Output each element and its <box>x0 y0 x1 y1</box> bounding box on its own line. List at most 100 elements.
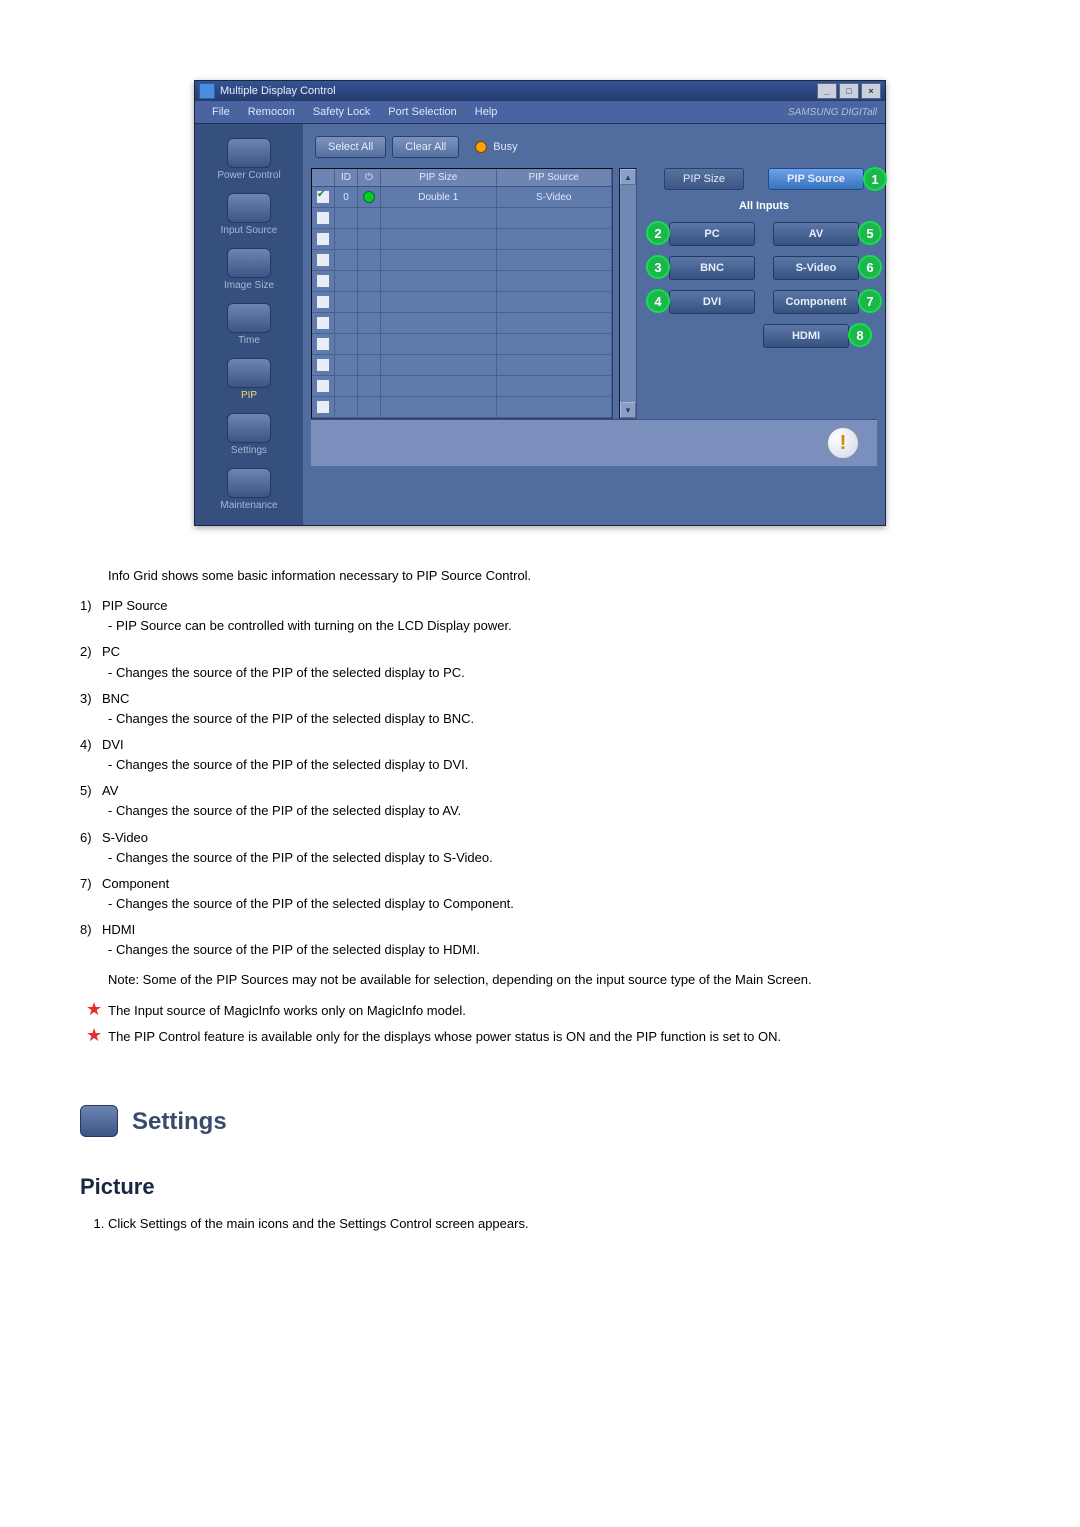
item-title: HDMI <box>102 922 135 937</box>
settings-icon <box>227 413 271 443</box>
row-checkbox[interactable] <box>316 379 330 393</box>
sidebar-item-time[interactable]: Time <box>204 299 294 350</box>
row-checkbox[interactable] <box>316 232 330 246</box>
item-desc: - Changes the source of the PIP of the s… <box>80 940 1000 960</box>
sidebar-item-maintenance[interactable]: Maintenance <box>204 464 294 515</box>
list-item: 8)HDMI- Changes the source of the PIP of… <box>80 920 1000 960</box>
table-row[interactable] <box>312 229 612 250</box>
component-button[interactable]: Component7 <box>773 290 859 314</box>
scroll-up-icon[interactable]: ▲ <box>620 169 636 185</box>
av-button[interactable]: AV5 <box>773 222 859 246</box>
menu-safety-lock[interactable]: Safety Lock <box>304 101 379 123</box>
item-title: Component <box>102 876 169 891</box>
row-checkbox[interactable] <box>316 358 330 372</box>
row-checkbox[interactable] <box>316 316 330 330</box>
settings-heading-icon <box>80 1105 118 1137</box>
menu-help[interactable]: Help <box>466 101 507 123</box>
row-checkbox[interactable] <box>316 400 330 414</box>
table-row[interactable] <box>312 208 612 229</box>
table-row[interactable]: 0Double 1S-Video <box>312 187 612 208</box>
cell-source <box>497 271 613 291</box>
button-label: AV <box>809 228 823 240</box>
menu-file[interactable]: File <box>203 101 239 123</box>
star-text: The PIP Control feature is available onl… <box>108 1027 781 1047</box>
star-icon: ★ <box>86 1000 102 1021</box>
select-all-button[interactable]: Select All <box>315 136 386 158</box>
table-row[interactable] <box>312 271 612 292</box>
cell-id <box>335 397 358 417</box>
cell-size <box>381 355 497 375</box>
star-note-2: ★ The PIP Control feature is available on… <box>80 1027 1000 1047</box>
row-checkbox[interactable] <box>316 190 330 204</box>
table-row[interactable] <box>312 250 612 271</box>
item-number: 7) <box>80 874 102 894</box>
table-row[interactable] <box>312 334 612 355</box>
sidebar-item-input-source[interactable]: Input Source <box>204 189 294 240</box>
image-size-icon <box>227 248 271 278</box>
row-checkbox[interactable] <box>316 211 330 225</box>
heading-label: Settings <box>132 1103 227 1140</box>
button-label: PC <box>704 228 719 240</box>
s-video-button[interactable]: S-Video6 <box>773 256 859 280</box>
item-number: 5) <box>80 781 102 801</box>
dvi-button[interactable]: 4DVI <box>669 290 755 314</box>
cell-size <box>381 229 497 249</box>
row-checkbox[interactable] <box>316 274 330 288</box>
scroll-down-icon[interactable]: ▼ <box>620 402 636 418</box>
clear-all-button[interactable]: Clear All <box>392 136 459 158</box>
table-row[interactable] <box>312 355 612 376</box>
bnc-button[interactable]: 3BNC <box>669 256 755 280</box>
cell-source <box>497 229 613 249</box>
pip-icon <box>227 358 271 388</box>
sidebar-item-label: Maintenance <box>220 500 277 511</box>
star-icon: ★ <box>86 1026 102 1047</box>
button-label: HDMI <box>792 330 820 342</box>
cell-id <box>335 355 358 375</box>
close-button[interactable]: × <box>861 83 881 99</box>
cell-size <box>381 334 497 354</box>
settings-heading: Settings <box>80 1103 1000 1140</box>
table-row[interactable] <box>312 397 612 418</box>
callout-7: 7 <box>858 289 882 313</box>
picture-heading: Picture <box>80 1170 1000 1204</box>
tab-pip-source[interactable]: PIP Source 1 <box>768 168 864 190</box>
cell-id <box>335 292 358 312</box>
cell-size <box>381 208 497 228</box>
grid-header-power-icon: ⏻ <box>358 169 381 186</box>
sidebar-item-pip[interactable]: PIP <box>204 354 294 405</box>
callout-4: 4 <box>646 289 670 313</box>
hdmi-button[interactable]: HDMI8 <box>763 324 849 348</box>
cell-power <box>358 229 381 249</box>
status-bar: ! <box>311 419 877 466</box>
table-row[interactable] <box>312 313 612 334</box>
sidebar-item-image-size[interactable]: Image Size <box>204 244 294 295</box>
menu-remocon[interactable]: Remocon <box>239 101 304 123</box>
grid-scrollbar[interactable]: ▲ ▼ <box>619 168 637 419</box>
cell-id <box>335 313 358 333</box>
cell-power <box>358 187 381 207</box>
tab-label: PIP Source <box>787 173 845 185</box>
minimize-button[interactable]: _ <box>817 83 837 99</box>
cell-source: S-Video <box>497 187 613 207</box>
sidebar-item-label: Input Source <box>221 225 278 236</box>
button-label: BNC <box>700 262 724 274</box>
menu-port-selection[interactable]: Port Selection <box>379 101 465 123</box>
item-number: 3) <box>80 689 102 709</box>
table-row[interactable] <box>312 292 612 313</box>
row-checkbox[interactable] <box>316 337 330 351</box>
row-checkbox[interactable] <box>316 253 330 267</box>
numbered-list: 1)PIP Source- PIP Source can be controll… <box>80 596 1000 960</box>
window-controls: _ □ × <box>817 83 881 99</box>
sidebar-item-power-control[interactable]: Power Control <box>204 134 294 185</box>
pc-button[interactable]: 2PC <box>669 222 755 246</box>
maximize-button[interactable]: □ <box>839 83 859 99</box>
sidebar-item-settings[interactable]: Settings <box>204 409 294 460</box>
brand-label: SAMSUNG DIGITall <box>788 107 877 118</box>
star-text: The Input source of MagicInfo works only… <box>108 1001 466 1021</box>
table-row[interactable] <box>312 376 612 397</box>
row-checkbox[interactable] <box>316 295 330 309</box>
item-desc: - Changes the source of the PIP of the s… <box>80 801 1000 821</box>
tab-pip-size[interactable]: PIP Size <box>664 168 744 190</box>
all-inputs-label: All Inputs <box>651 200 877 212</box>
busy-label: Busy <box>493 141 517 153</box>
